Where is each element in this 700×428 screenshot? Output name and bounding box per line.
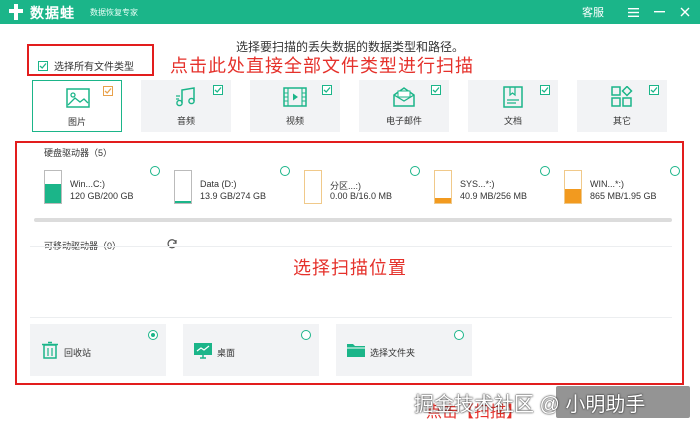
drive-size: 120 GB/200 GB <box>70 191 134 201</box>
hamburger-icon <box>627 7 639 17</box>
check-icon <box>650 87 658 93</box>
logo-icon <box>9 4 23 20</box>
select-all-checkbox[interactable]: 选择所有文件类型 <box>38 58 134 73</box>
location-radio[interactable] <box>301 330 311 340</box>
email-icon <box>393 87 415 107</box>
check-icon <box>214 87 222 93</box>
location-label: 选择文件夹 <box>370 348 416 358</box>
video-icon <box>283 87 307 107</box>
drive-usage-fill <box>175 201 191 203</box>
file-type-other[interactable]: 其它 <box>577 80 667 132</box>
drive-item[interactable]: SYS...*:) 40.9 MB/256 MB <box>424 166 554 208</box>
location-desktop[interactable]: 桌面 <box>183 324 319 376</box>
select-all-label: 选择所有文件类型 <box>54 62 134 73</box>
app-name: 数据蛙 <box>30 5 75 21</box>
window-controls: 客服 <box>582 0 700 24</box>
file-type-checkbox[interactable] <box>322 85 332 95</box>
check-icon <box>541 87 549 93</box>
location-recycle-bin[interactable]: 回收站 <box>30 324 166 376</box>
minimize-button[interactable] <box>648 0 670 24</box>
menu-button[interactable] <box>622 0 644 24</box>
annotation-middle: 选择扫描位置 <box>293 258 407 278</box>
location-label: 回收站 <box>64 348 92 358</box>
file-type-list: 图片 音频 视频 电子邮件 文档 其它 <box>32 80 668 132</box>
drive-name: SYS...*:) <box>460 179 495 189</box>
drive-item[interactable]: Win...C:) 120 GB/200 GB <box>34 166 164 208</box>
disk-windows-icon <box>434 170 452 204</box>
check-icon <box>323 87 331 93</box>
drive-radio[interactable] <box>540 166 550 176</box>
file-type-label: 视频 <box>285 116 304 126</box>
drive-radio[interactable] <box>280 166 290 176</box>
location-radio[interactable] <box>148 330 158 340</box>
file-type-document[interactable]: 文档 <box>468 80 558 132</box>
drive-radio[interactable] <box>150 166 160 176</box>
file-type-video[interactable]: 视频 <box>250 80 340 132</box>
file-type-checkbox[interactable] <box>540 85 550 95</box>
desktop-icon <box>194 343 212 359</box>
other-icon <box>611 86 633 107</box>
file-type-checkbox[interactable] <box>431 85 441 95</box>
close-button[interactable] <box>674 0 696 24</box>
drive-usage-fill <box>435 197 451 203</box>
check-icon <box>104 88 112 94</box>
drive-size: 40.9 MB/256 MB <box>460 191 528 201</box>
file-type-label: 音频 <box>176 116 195 126</box>
checkbox-box[interactable] <box>38 60 48 71</box>
music-icon <box>176 87 195 107</box>
file-type-checkbox[interactable] <box>649 85 659 95</box>
close-icon <box>680 7 690 17</box>
file-type-checkbox[interactable] <box>103 86 113 96</box>
drive-size: 865 MB/1.95 GB <box>590 191 657 201</box>
drive-name: WIN...*:) <box>590 179 624 189</box>
image-icon <box>66 88 90 108</box>
drive-name: Data (D:) <box>200 179 237 189</box>
check-icon <box>432 87 440 93</box>
drive-item[interactable]: WIN...*:) 865 MB/1.95 GB <box>554 166 684 208</box>
file-type-label: 文档 <box>503 116 522 126</box>
disk-icon <box>174 170 192 204</box>
disk-windows-icon <box>44 170 62 204</box>
file-type-label: 电子邮件 <box>385 116 422 126</box>
annotation-top: 点击此处直接全部文件类型进行扫描 <box>170 56 474 76</box>
location-select-folder[interactable]: 选择文件夹 <box>336 324 472 376</box>
location-label: 桌面 <box>217 348 236 358</box>
file-type-checkbox[interactable] <box>213 85 223 95</box>
drive-usage-fill <box>45 183 61 203</box>
location-radio[interactable] <box>454 330 464 340</box>
disk-icon <box>304 170 322 204</box>
drive-item[interactable]: Data (D:) 13.9 GB/274 GB <box>164 166 294 208</box>
drive-scrollbar[interactable] <box>34 218 672 222</box>
check-icon <box>39 62 47 69</box>
recycle-bin-icon <box>42 341 58 359</box>
file-type-label: 图片 <box>67 117 86 127</box>
document-icon <box>503 86 523 108</box>
support-link[interactable]: 客服 <box>582 4 604 20</box>
drive-item[interactable]: 分区...:) 0.00 B/16.0 MB <box>294 166 424 208</box>
drive-usage-fill <box>565 188 581 203</box>
minimize-icon <box>653 11 665 13</box>
drive-size: 0.00 B/16.0 MB <box>330 191 393 201</box>
file-type-email[interactable]: 电子邮件 <box>359 80 449 132</box>
drive-size: 13.9 GB/274 GB <box>200 191 267 201</box>
file-type-audio[interactable]: 音频 <box>141 80 231 132</box>
title-bar: 数据蛙 数据恢复专家 客服 <box>0 0 700 24</box>
disk-windows-icon <box>564 170 582 204</box>
app-slogan: 数据恢复专家 <box>90 8 138 17</box>
watermark: 掘金技术社区 @ 小明助手 <box>414 394 646 416</box>
folder-icon <box>347 344 365 357</box>
drive-radio[interactable] <box>670 166 680 176</box>
file-type-label: 其它 <box>612 116 631 126</box>
drive-name: Win...C:) <box>70 179 105 189</box>
file-type-image[interactable]: 图片 <box>32 80 122 132</box>
drive-radio[interactable] <box>410 166 420 176</box>
